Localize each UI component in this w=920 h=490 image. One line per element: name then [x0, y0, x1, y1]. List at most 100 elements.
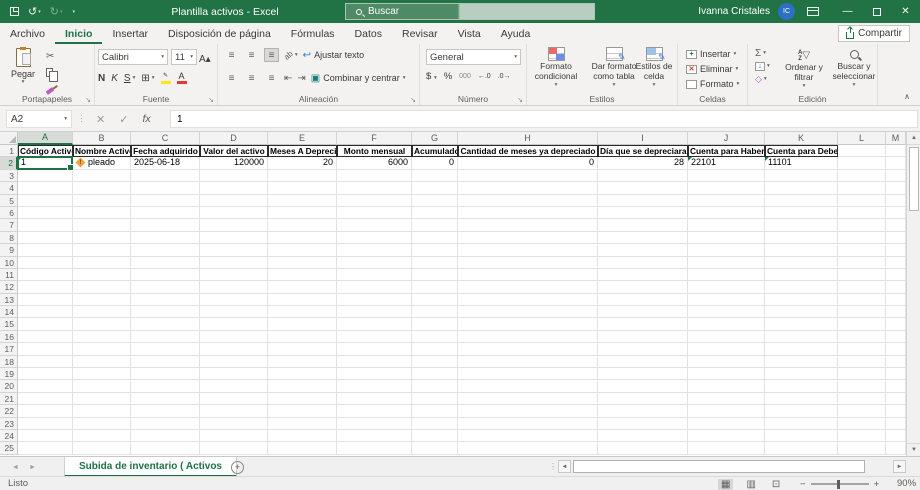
cell-G17[interactable] — [412, 343, 458, 356]
cell-M13[interactable] — [886, 293, 906, 307]
cell-H21[interactable] — [458, 392, 598, 406]
cell-M25[interactable] — [886, 442, 906, 455]
cell-M17[interactable] — [886, 343, 906, 356]
cell-E18[interactable] — [268, 355, 337, 369]
borders-button[interactable]: ⊞ — [141, 73, 149, 84]
column-header-E[interactable]: E — [268, 132, 337, 145]
cell-D5[interactable] — [200, 194, 268, 207]
vertical-scroll-thumb[interactable] — [909, 147, 919, 211]
sheet-tab-active[interactable]: Subida de inventario ( Activos — [64, 457, 237, 477]
cell-M20[interactable] — [886, 380, 906, 393]
cell-M2[interactable] — [886, 157, 906, 170]
cell-E5[interactable] — [268, 194, 337, 207]
zoom-level[interactable]: 90% — [897, 478, 916, 489]
cell-C11[interactable] — [131, 268, 200, 282]
cell-F14[interactable] — [337, 306, 412, 319]
tab-datos[interactable]: Datos — [345, 25, 392, 44]
column-header-G[interactable]: G — [412, 132, 458, 145]
cell-E17[interactable] — [268, 343, 337, 356]
cell-M24[interactable] — [886, 429, 906, 443]
cell-H25[interactable] — [458, 442, 598, 455]
cell-D19[interactable] — [200, 368, 268, 381]
cell-L24[interactable] — [838, 429, 886, 443]
cell-D17[interactable] — [200, 343, 268, 356]
cell-A7[interactable] — [18, 219, 73, 232]
cell-I4[interactable] — [598, 182, 688, 195]
merge-center-button[interactable]: ▣ Combinar y centrar ▾ — [311, 73, 406, 84]
row-header-15[interactable]: 15 — [0, 318, 18, 331]
cell-J16[interactable] — [688, 330, 765, 344]
zoom-in-button[interactable]: + — [874, 479, 880, 490]
row-header-8[interactable]: 8 — [0, 231, 18, 245]
cell-M18[interactable] — [886, 355, 906, 369]
cell-M15[interactable] — [886, 318, 906, 331]
cell-styles-button[interactable]: ✎ Estilos de celda ▾ — [631, 47, 677, 91]
cell-B11[interactable] — [73, 268, 131, 282]
cell-A15[interactable] — [18, 318, 73, 331]
find-select-button[interactable]: Buscar y seleccionar ▾ — [830, 48, 878, 91]
cell-A1[interactable]: Código Activo — [18, 145, 73, 158]
cell-F13[interactable] — [337, 293, 412, 307]
row-header-22[interactable]: 22 — [0, 405, 18, 418]
font-size-select[interactable]: 11 ▾ — [171, 49, 197, 65]
cell-K21[interactable] — [765, 392, 838, 406]
cell-A10[interactable] — [18, 256, 73, 269]
cell-A4[interactable] — [18, 182, 73, 195]
column-header-L[interactable]: L — [838, 132, 886, 145]
row-header-9[interactable]: 9 — [0, 244, 18, 257]
cell-E21[interactable] — [268, 392, 337, 406]
cell-B17[interactable] — [73, 343, 131, 356]
cell-F4[interactable] — [337, 182, 412, 195]
cell-C12[interactable] — [131, 281, 200, 294]
row-header-3[interactable]: 3 — [0, 169, 18, 183]
cell-A2[interactable]: 1 — [18, 157, 73, 170]
cell-A13[interactable] — [18, 293, 73, 307]
cell-I23[interactable] — [598, 417, 688, 430]
cell-C18[interactable] — [131, 355, 200, 369]
cell-K4[interactable] — [765, 182, 838, 195]
dialog-launcher-icon[interactable]: ↘ — [517, 96, 523, 104]
cell-D8[interactable] — [200, 231, 268, 245]
cell-G14[interactable] — [412, 306, 458, 319]
cell-G3[interactable] — [412, 169, 458, 183]
increase-indent-button[interactable]: ⇥ — [297, 73, 305, 84]
cell-C4[interactable] — [131, 182, 200, 195]
row-header-5[interactable]: 5 — [0, 194, 18, 207]
cell-C23[interactable] — [131, 417, 200, 430]
cell-D18[interactable] — [200, 355, 268, 369]
cell-K9[interactable] — [765, 244, 838, 257]
fill-color-button[interactable]: ✎ — [160, 72, 171, 84]
cell-I2[interactable]: 28 — [598, 157, 688, 170]
cell-D24[interactable] — [200, 429, 268, 443]
cell-K6[interactable] — [765, 206, 838, 220]
cell-A17[interactable] — [18, 343, 73, 356]
cell-K2[interactable]: 11101 — [765, 157, 838, 170]
cell-F2[interactable]: 6000 — [337, 157, 412, 170]
cell-D7[interactable] — [200, 219, 268, 232]
cell-E24[interactable] — [268, 429, 337, 443]
cell-A8[interactable] — [18, 231, 73, 245]
cell-E13[interactable] — [268, 293, 337, 307]
cell-H4[interactable] — [458, 182, 598, 195]
minimize-button[interactable]: — — [833, 0, 862, 23]
cell-I1[interactable]: Día que se depreciara — [598, 145, 688, 158]
cell-G4[interactable] — [412, 182, 458, 195]
tab-formulas[interactable]: Fórmulas — [281, 25, 345, 44]
scroll-up-icon[interactable]: ▲ — [907, 132, 920, 145]
cell-J8[interactable] — [688, 231, 765, 245]
cell-J17[interactable] — [688, 343, 765, 356]
cut-button[interactable]: ✂ — [46, 50, 58, 63]
row-header-13[interactable]: 13 — [0, 293, 18, 307]
cell-L16[interactable] — [838, 330, 886, 344]
cell-G6[interactable] — [412, 206, 458, 220]
cell-C9[interactable] — [131, 244, 200, 257]
name-box[interactable]: A2 ▾ — [6, 110, 72, 128]
hscroll-left-icon[interactable]: ◄ — [558, 460, 571, 473]
cell-I7[interactable] — [598, 219, 688, 232]
maximize-button[interactable] — [862, 0, 891, 23]
column-header-H[interactable]: H — [458, 132, 598, 145]
tab-revisar[interactable]: Revisar — [392, 25, 448, 44]
cell-K23[interactable] — [765, 417, 838, 430]
paste-button[interactable]: Pegar ▾ — [6, 47, 40, 96]
cell-C24[interactable] — [131, 429, 200, 443]
